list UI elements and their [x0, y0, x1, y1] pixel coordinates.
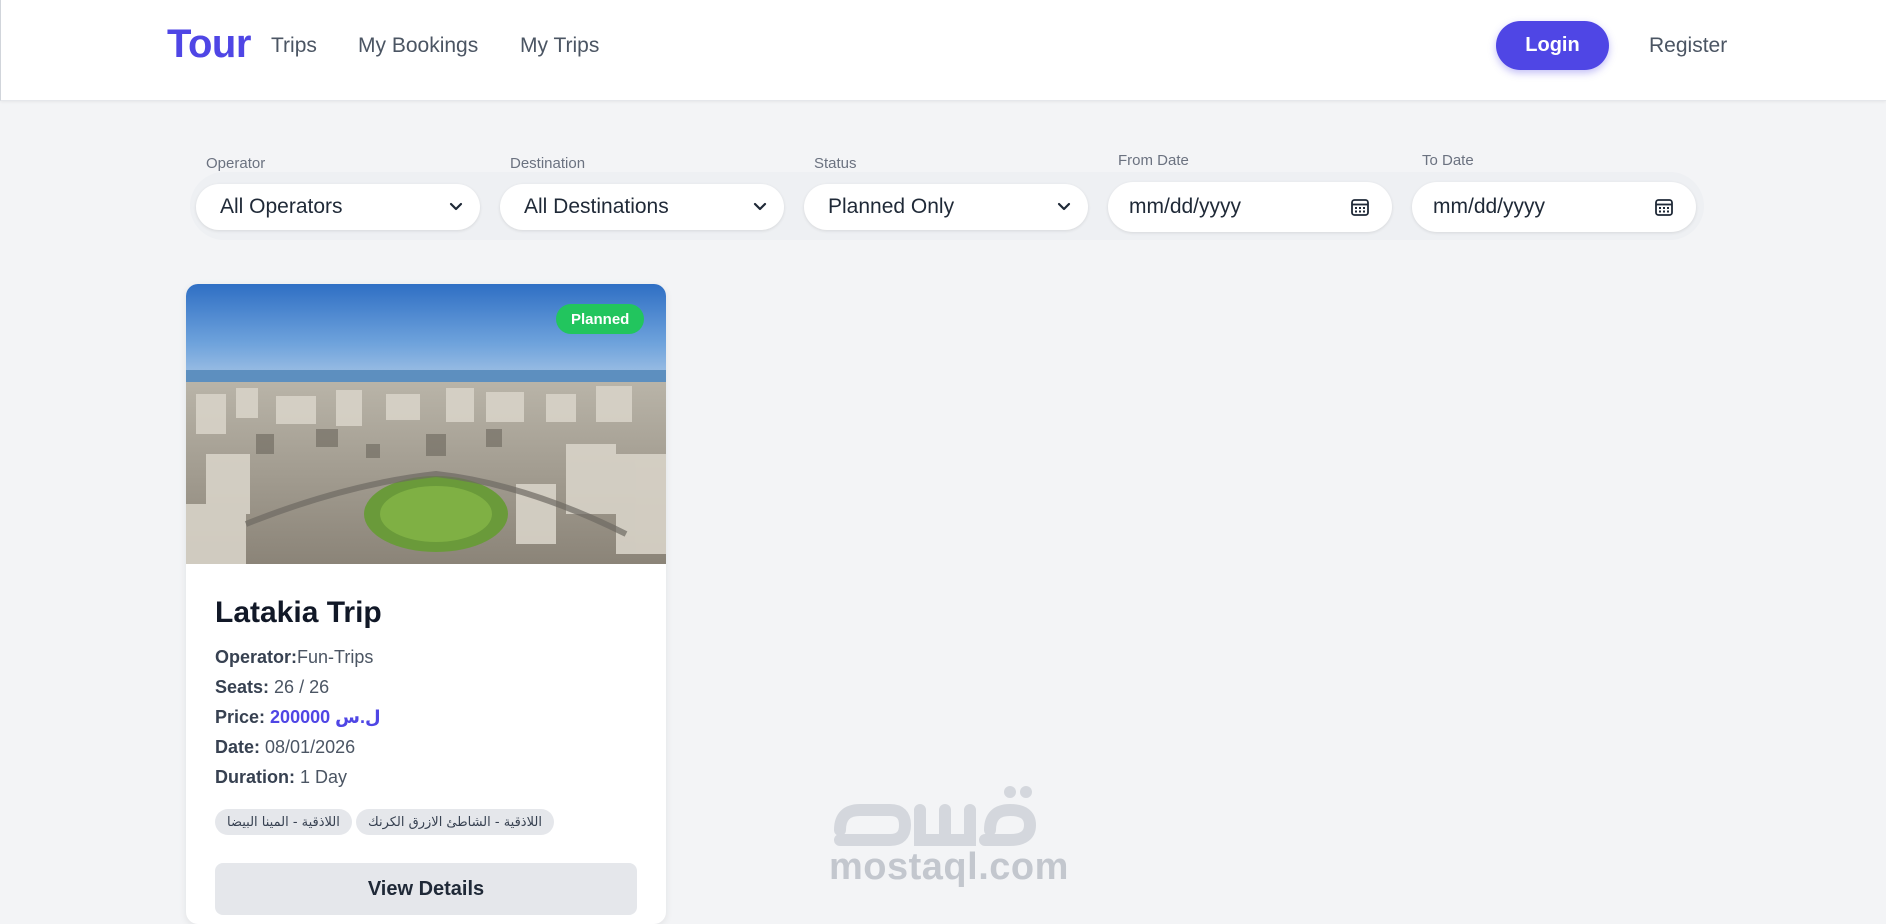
seats-key: Seats:	[215, 677, 270, 697]
operator-key: Operator:	[215, 647, 298, 667]
status-badge: Planned	[556, 304, 645, 334]
operator-select[interactable]: All Operators	[196, 184, 480, 230]
destination-tag: اللاذقية - المينا البيضا	[215, 809, 352, 835]
destination-tag: اللاذقية - الشاطئ الازرق الكرنك	[356, 809, 554, 835]
operator-select-value: All Operators	[220, 195, 343, 218]
duration-value: 1 Day	[300, 767, 348, 787]
nav-trips-link[interactable]: Trips	[271, 34, 317, 58]
view-details-button[interactable]: View Details	[215, 863, 637, 915]
to-date-label: To Date	[1422, 152, 1474, 169]
trip-price-row: Price: 200000 ل.س	[215, 707, 381, 728]
trip-cover-image: Planned	[186, 284, 666, 564]
from-date-value: mm/dd/yyyy	[1129, 195, 1242, 218]
site-logo[interactable]: Tour	[167, 22, 251, 67]
trip-operator-row: Operator:Fun-Trips	[215, 647, 373, 668]
trip-card: Planned Latakia Trip Operator:Fun-Trips …	[186, 284, 666, 924]
price-value: 200000 ل.س	[270, 707, 381, 727]
trip-duration-row: Duration: 1 Day	[215, 767, 347, 788]
calendar-icon[interactable]	[1652, 195, 1676, 219]
destination-select[interactable]: All Destinations	[500, 184, 784, 230]
status-select-value: Planned Only	[828, 195, 955, 218]
watermark-text: mostaql.com	[829, 846, 1069, 888]
destination-filter-label: Destination	[510, 155, 586, 172]
login-button[interactable]: Login	[1496, 21, 1609, 70]
price-key: Price:	[215, 707, 266, 727]
status-filter-label: Status	[814, 155, 857, 172]
to-date-input[interactable]: mm/dd/yyyy	[1412, 182, 1696, 232]
register-link[interactable]: Register	[1649, 34, 1727, 58]
seats-value: 26 / 26	[274, 677, 330, 697]
chevron-down-icon	[1054, 197, 1074, 217]
top-navbar: Tour Trips My Bookings My Trips Login Re…	[0, 0, 1886, 101]
destination-select-value: All Destinations	[524, 195, 669, 218]
nav-my-bookings-link[interactable]: My Bookings	[358, 34, 478, 58]
operator-filter-label: Operator	[206, 155, 266, 172]
chevron-down-icon	[750, 197, 770, 217]
date-key: Date:	[215, 737, 261, 757]
nav-my-trips-link[interactable]: My Trips	[520, 34, 599, 58]
trip-seats-row: Seats: 26 / 26	[215, 677, 329, 698]
trip-title: Latakia Trip	[215, 596, 382, 629]
from-date-label: From Date	[1118, 152, 1189, 169]
to-date-value: mm/dd/yyyy	[1433, 195, 1546, 218]
operator-value: Fun-Trips	[297, 647, 374, 667]
calendar-icon[interactable]	[1348, 195, 1372, 219]
duration-key: Duration:	[215, 767, 295, 787]
from-date-input[interactable]: mm/dd/yyyy	[1108, 182, 1392, 232]
status-select[interactable]: Planned Only	[804, 184, 1088, 230]
chevron-down-icon	[446, 197, 466, 217]
trip-date-row: Date: 08/01/2026	[215, 737, 355, 758]
date-value: 08/01/2026	[265, 737, 356, 757]
